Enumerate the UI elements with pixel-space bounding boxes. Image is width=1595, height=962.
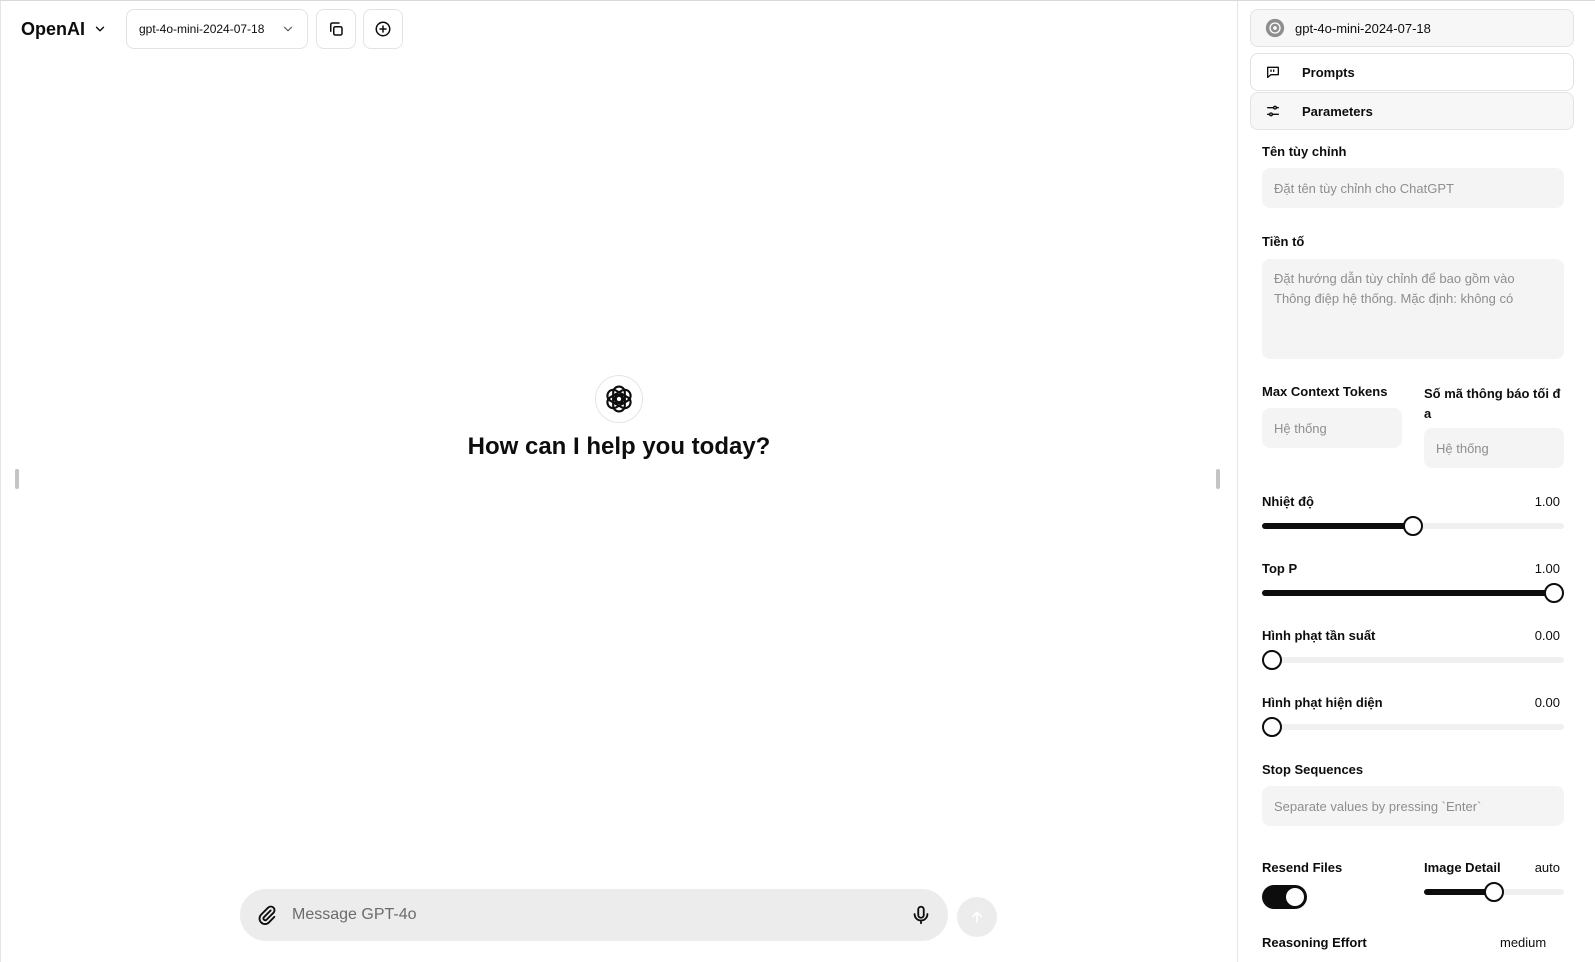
presence-penalty-slider-thumb[interactable] bbox=[1262, 717, 1282, 737]
temperature-value: 1.00 bbox=[1534, 494, 1560, 509]
send-button[interactable] bbox=[957, 897, 997, 937]
top-p-slider-fill bbox=[1262, 590, 1554, 596]
openai-icon bbox=[1265, 18, 1285, 38]
arrow-up-icon bbox=[972, 911, 982, 923]
presence-penalty-value: 0.00 bbox=[1534, 695, 1560, 710]
message-input[interactable] bbox=[292, 906, 910, 924]
top-p-label: Top P bbox=[1262, 561, 1298, 576]
frequency-penalty-slider[interactable] bbox=[1262, 650, 1564, 670]
openai-logo bbox=[595, 375, 643, 423]
microphone-icon[interactable] bbox=[910, 904, 932, 926]
resend-files-toggle[interactable] bbox=[1262, 885, 1307, 909]
custom-name-label: Tên tùy chỉnh bbox=[1262, 144, 1347, 159]
model-select[interactable]: gpt-4o-mini-2024-07-18 bbox=[126, 9, 308, 49]
panel-model-label: gpt-4o-mini-2024-07-18 bbox=[1295, 20, 1431, 36]
image-detail-slider[interactable] bbox=[1424, 882, 1564, 902]
left-resize-handle[interactable] bbox=[15, 469, 19, 489]
prompts-label: Prompts bbox=[1302, 64, 1355, 80]
resend-files-label: Resend Files bbox=[1262, 860, 1343, 875]
temperature-label: Nhiệt độ bbox=[1262, 494, 1314, 509]
presence-penalty-label: Hình phạt hiện diện bbox=[1262, 695, 1383, 710]
custom-name-input[interactable] bbox=[1262, 168, 1564, 208]
top-p-value: 1.00 bbox=[1534, 561, 1560, 576]
top-p-slider-thumb[interactable] bbox=[1544, 583, 1564, 603]
new-chat-button[interactable] bbox=[363, 9, 403, 49]
chevron-down-icon bbox=[283, 26, 293, 32]
parameters-accordion[interactable]: Parameters bbox=[1250, 92, 1574, 130]
presence-penalty-slider[interactable] bbox=[1262, 717, 1564, 737]
reasoning-effort-value: medium bbox=[1500, 935, 1547, 950]
chevron-down-icon bbox=[95, 26, 105, 32]
panel-model-selector[interactable]: gpt-4o-mini-2024-07-18 bbox=[1250, 9, 1574, 47]
model-select-label: gpt-4o-mini-2024-07-18 bbox=[139, 22, 265, 36]
resend-files-toggle-knob bbox=[1285, 887, 1305, 907]
temperature-slider-thumb[interactable] bbox=[1403, 516, 1423, 536]
prefix-label: Tiền tố bbox=[1262, 234, 1305, 249]
endpoint-menu[interactable]: OpenAI bbox=[21, 17, 107, 41]
welcome-title: How can I help you today? bbox=[467, 433, 771, 460]
max-output-tokens-input[interactable] bbox=[1424, 428, 1564, 468]
frequency-penalty-slider-thumb[interactable] bbox=[1262, 650, 1282, 670]
brand-label: OpenAI bbox=[21, 18, 86, 39]
openai-icon bbox=[606, 385, 632, 413]
frequency-penalty-value: 0.00 bbox=[1534, 628, 1560, 643]
welcome-hero: How can I help you today? bbox=[1, 375, 1237, 461]
frequency-penalty-label: Hình phạt tần suất bbox=[1262, 628, 1376, 643]
top-p-slider[interactable] bbox=[1262, 583, 1564, 603]
stop-sequences-label: Stop Sequences bbox=[1262, 762, 1364, 777]
prompts-accordion[interactable]: Prompts bbox=[1250, 53, 1574, 91]
max-context-tokens-label: Max Context Tokens bbox=[1262, 384, 1388, 399]
duplicate-chat-button[interactable] bbox=[316, 9, 356, 49]
image-detail-slider-thumb[interactable] bbox=[1484, 882, 1504, 902]
chat-quote-icon bbox=[1267, 66, 1279, 78]
message-composer bbox=[240, 889, 948, 941]
image-detail-label: Image Detail bbox=[1424, 860, 1501, 875]
right-resize-handle[interactable] bbox=[1216, 469, 1220, 489]
copy-icon bbox=[330, 22, 343, 36]
parameters-panel: gpt-4o-mini-2024-07-18 Prompts Parameter… bbox=[1237, 1, 1595, 962]
chat-header: OpenAI gpt-4o-mini-2024-07-18 bbox=[1, 1, 1237, 57]
paperclip-icon[interactable] bbox=[256, 904, 278, 926]
plus-circle-icon bbox=[375, 21, 391, 37]
chat-main: OpenAI gpt-4o-mini-2024-07-18 How can I … bbox=[0, 1, 1237, 962]
max-output-tokens-label: Số mã thông báo tối đa bbox=[1424, 386, 1561, 421]
max-context-tokens-input[interactable] bbox=[1262, 408, 1402, 448]
stop-sequences-input[interactable] bbox=[1262, 786, 1564, 826]
parameters-label: Parameters bbox=[1302, 103, 1373, 119]
prefix-textarea[interactable] bbox=[1262, 259, 1564, 359]
image-detail-value: auto bbox=[1534, 860, 1560, 875]
reasoning-effort-label: Reasoning Effort bbox=[1262, 935, 1367, 950]
sliders-icon bbox=[1267, 105, 1279, 117]
temperature-slider-fill bbox=[1262, 523, 1413, 529]
temperature-slider[interactable] bbox=[1262, 516, 1564, 536]
